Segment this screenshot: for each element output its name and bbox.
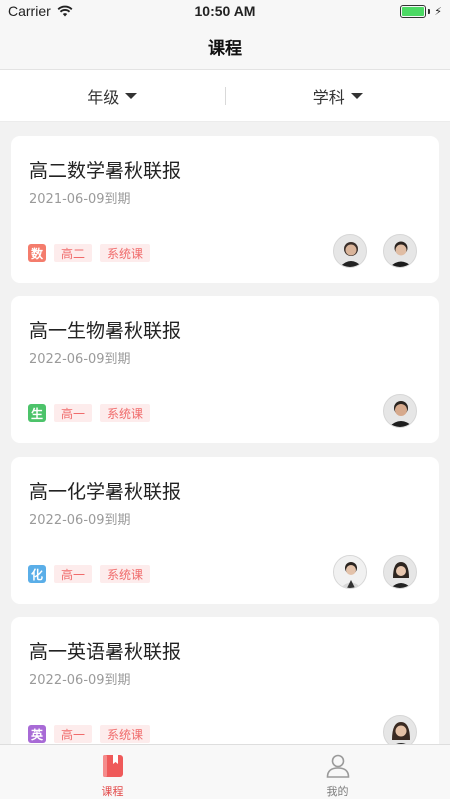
subject-badge: 生 xyxy=(28,404,46,422)
course-type-tag: 系统课 xyxy=(100,404,151,422)
grade-tag: 高二 xyxy=(54,244,93,262)
course-expiry: 2021-06-09到期 xyxy=(29,192,131,207)
subject-filter-label: 学科 xyxy=(312,87,345,107)
caret-down-icon xyxy=(125,92,138,99)
course-title: 高一英语暑秋联报 xyxy=(29,641,182,663)
caret-down-icon xyxy=(350,92,363,99)
book-icon xyxy=(102,755,123,777)
grade-filter-dropdown[interactable]: 年级 xyxy=(0,70,225,121)
teacher-avatar[interactable] xyxy=(383,394,417,428)
battery-indicator: ⚡ xyxy=(400,5,442,18)
course-type-tag: 系统课 xyxy=(100,244,151,262)
teacher-avatars xyxy=(383,715,417,744)
teacher-avatars xyxy=(383,394,417,428)
subject-badge: 英 xyxy=(28,725,46,743)
teacher-avatar[interactable] xyxy=(383,715,417,744)
teacher-avatars xyxy=(333,555,417,589)
tab-courses-label: 课程 xyxy=(101,785,124,798)
teacher-avatar[interactable] xyxy=(333,234,367,268)
tab-profile[interactable]: 我的 xyxy=(225,745,450,799)
grade-tag: 高一 xyxy=(54,404,93,422)
clock: 10:50 AM xyxy=(194,3,256,19)
course-title: 高一生物暑秋联报 xyxy=(29,320,182,342)
grade-filter-label: 年级 xyxy=(87,87,120,107)
page-title: 课程 xyxy=(208,39,242,59)
subject-badge: 数 xyxy=(28,244,46,262)
course-tags: 生 高一 系统课 xyxy=(28,404,151,422)
course-title: 高一化学暑秋联报 xyxy=(29,481,182,503)
subject-badge: 化 xyxy=(28,565,46,583)
charging-icon: ⚡ xyxy=(434,5,442,18)
battery-icon xyxy=(400,5,427,18)
course-tags: 化 高一 系统课 xyxy=(28,565,151,583)
course-tags: 英 高一 系统课 xyxy=(28,725,151,743)
tab-profile-label: 我的 xyxy=(326,785,349,798)
course-tags: 数 高二 系统课 xyxy=(28,244,151,262)
course-card[interactable]: 高二数学暑秋联报 2021-06-09到期 数 高二 系统课 xyxy=(11,136,439,283)
teacher-avatar[interactable] xyxy=(383,555,417,589)
grade-tag: 高一 xyxy=(54,565,93,583)
course-card[interactable]: 高一生物暑秋联报 2022-06-09到期 生 高一 系统课 xyxy=(11,296,439,443)
course-expiry: 2022-06-09到期 xyxy=(29,673,131,688)
course-expiry: 2022-06-09到期 xyxy=(29,352,131,367)
status-bar: Carrier 10:50 AM ⚡ xyxy=(0,0,450,24)
teacher-avatar[interactable] xyxy=(383,234,417,268)
tab-bar: 课程 我的 xyxy=(0,744,450,799)
course-title: 高二数学暑秋联报 xyxy=(29,160,182,182)
course-expiry: 2022-06-09到期 xyxy=(29,513,131,528)
tab-courses[interactable]: 课程 xyxy=(0,745,225,799)
course-card[interactable]: 高一英语暑秋联报 2022-06-09到期 英 高一 系统课 xyxy=(11,617,439,744)
teacher-avatars xyxy=(333,234,417,268)
grade-tag: 高一 xyxy=(54,725,93,743)
course-type-tag: 系统课 xyxy=(100,565,151,583)
course-type-tag: 系统课 xyxy=(100,725,151,743)
course-card[interactable]: 高一化学暑秋联报 2022-06-09到期 化 高一 系统课 xyxy=(11,457,439,604)
course-list[interactable]: 高二数学暑秋联报 2021-06-09到期 数 高二 系统课 高一生物暑秋联报 … xyxy=(0,136,450,744)
person-icon xyxy=(326,754,349,778)
filter-bar: 年级 学科 xyxy=(0,70,450,122)
teacher-avatar[interactable] xyxy=(333,555,367,589)
navigation-bar: 课程 xyxy=(0,24,450,70)
subject-filter-dropdown[interactable]: 学科 xyxy=(226,70,450,121)
